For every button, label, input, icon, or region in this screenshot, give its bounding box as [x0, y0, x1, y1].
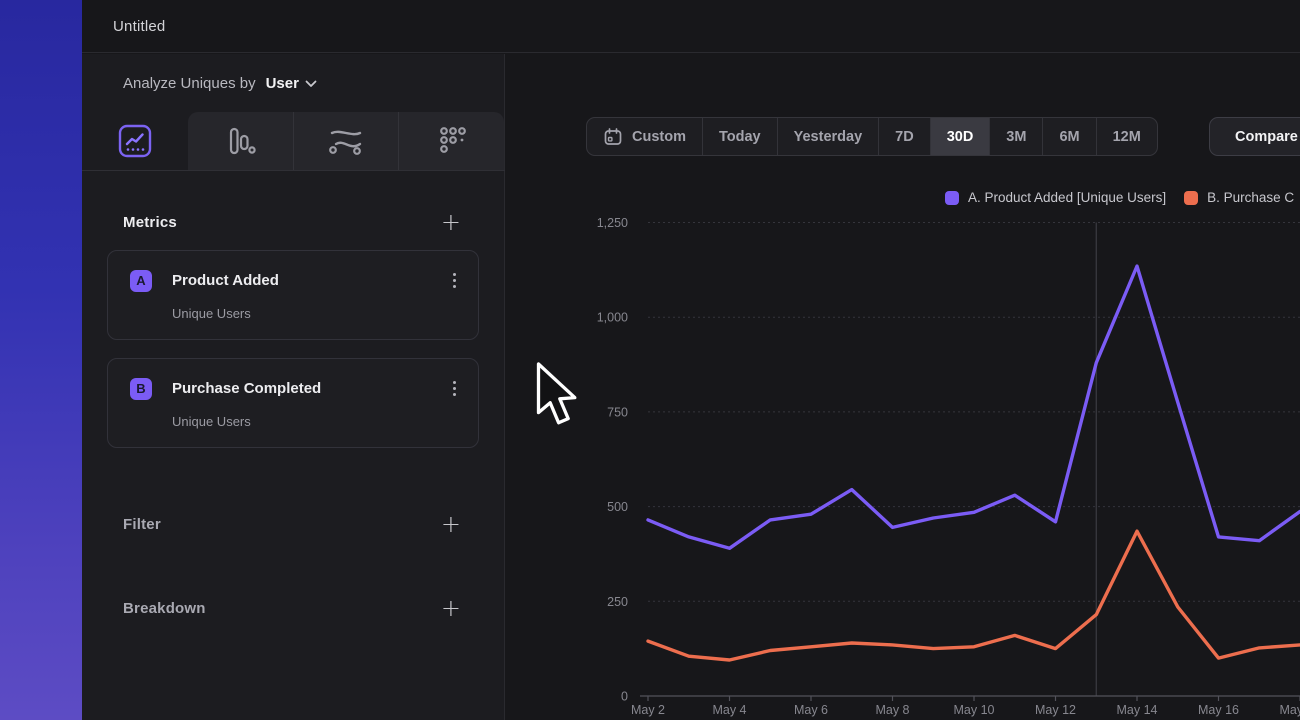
calendar-icon	[603, 127, 623, 147]
grid-dots-icon	[435, 124, 469, 158]
metrics-title: Metrics	[123, 214, 177, 231]
range-7d[interactable]: 7D	[878, 118, 930, 155]
analyze-entity-dropdown[interactable]: User	[266, 75, 317, 92]
metric-card-b[interactable]: B Purchase Completed Unique Users	[107, 358, 479, 448]
analyze-label: Analyze Uniques by	[123, 75, 256, 92]
range-today[interactable]: Today	[702, 118, 777, 155]
metric-letter-badge: A	[130, 270, 152, 292]
legend-label: B. Purchase C	[1207, 190, 1294, 205]
compare-label: Compare	[1235, 129, 1298, 145]
app-window: Untitled Analyze Uniques by User	[82, 0, 1300, 720]
date-range-bar: Custom Today Yesterday 7D 30D 3M 6M 12M	[586, 117, 1158, 156]
tab-line-chart[interactable]	[82, 112, 188, 170]
screen: Untitled Analyze Uniques by User	[0, 0, 1300, 720]
report-title: Untitled	[113, 18, 165, 35]
chart-panel: Custom Today Yesterday 7D 30D 3M 6M 12M Compare…	[506, 54, 1300, 720]
range-yesterday[interactable]: Yesterday	[777, 118, 879, 155]
range-label: 7D	[895, 129, 914, 145]
range-custom[interactable]: Custom	[587, 118, 702, 155]
range-label: 12M	[1113, 129, 1141, 145]
chart-type-tab-group	[188, 112, 504, 170]
flows-icon	[327, 124, 365, 158]
chevron-down-icon	[305, 80, 317, 88]
legend-item[interactable]: B. Purchase C	[1184, 190, 1294, 205]
tabs-divider	[82, 170, 505, 171]
tab-bar-chart[interactable]	[188, 112, 293, 170]
chart-type-tabs	[82, 112, 504, 170]
sidebar: Analyze Uniques by User	[82, 54, 505, 720]
kebab-menu-icon[interactable]	[447, 269, 462, 292]
metric-letter-badge: B	[130, 378, 152, 400]
add-filter-button[interactable]: +	[441, 514, 461, 534]
legend-label: A. Product Added [Unique Users]	[968, 190, 1166, 205]
analyze-entity-value: User	[266, 75, 299, 92]
range-label: 30D	[947, 129, 974, 145]
metric-measure: Unique Users	[172, 414, 462, 429]
range-label: Custom	[632, 129, 686, 145]
line-chart-icon	[118, 124, 152, 158]
metric-name: Purchase Completed	[172, 380, 447, 397]
range-12m[interactable]: 12M	[1096, 118, 1157, 155]
range-label: Yesterday	[794, 129, 863, 145]
metric-name: Product Added	[172, 272, 447, 289]
chart-legend: A. Product Added [Unique Users] B. Purcha…	[945, 190, 1294, 205]
range-label: 6M	[1059, 129, 1079, 145]
analyze-row: Analyze Uniques by User	[82, 54, 504, 112]
breakdown-title: Breakdown	[123, 600, 206, 617]
metric-measure: Unique Users	[172, 306, 462, 321]
legend-swatch	[945, 191, 959, 205]
range-30d[interactable]: 30D	[930, 118, 990, 155]
metrics-header: Metrics +	[82, 212, 504, 232]
metric-card-a[interactable]: A Product Added Unique Users	[107, 250, 479, 340]
range-6m[interactable]: 6M	[1042, 118, 1095, 155]
range-label: 3M	[1006, 129, 1026, 145]
tab-flows[interactable]	[293, 112, 399, 170]
legend-item[interactable]: A. Product Added [Unique Users]	[945, 190, 1166, 205]
legend-swatch	[1184, 191, 1198, 205]
top-bar: Untitled	[82, 0, 1300, 53]
breakdown-header: Breakdown +	[82, 598, 504, 618]
filter-title: Filter	[123, 516, 161, 533]
range-3m[interactable]: 3M	[989, 118, 1042, 155]
add-breakdown-button[interactable]: +	[441, 598, 461, 618]
tab-grid[interactable]	[398, 112, 504, 170]
range-label: Today	[719, 129, 761, 145]
add-metric-button[interactable]: +	[441, 212, 461, 232]
compare-button[interactable]: Compare	[1209, 117, 1300, 156]
kebab-menu-icon[interactable]	[447, 377, 462, 400]
bar-chart-icon	[222, 123, 258, 159]
filter-header: Filter +	[82, 514, 504, 534]
desktop-background	[0, 0, 82, 720]
